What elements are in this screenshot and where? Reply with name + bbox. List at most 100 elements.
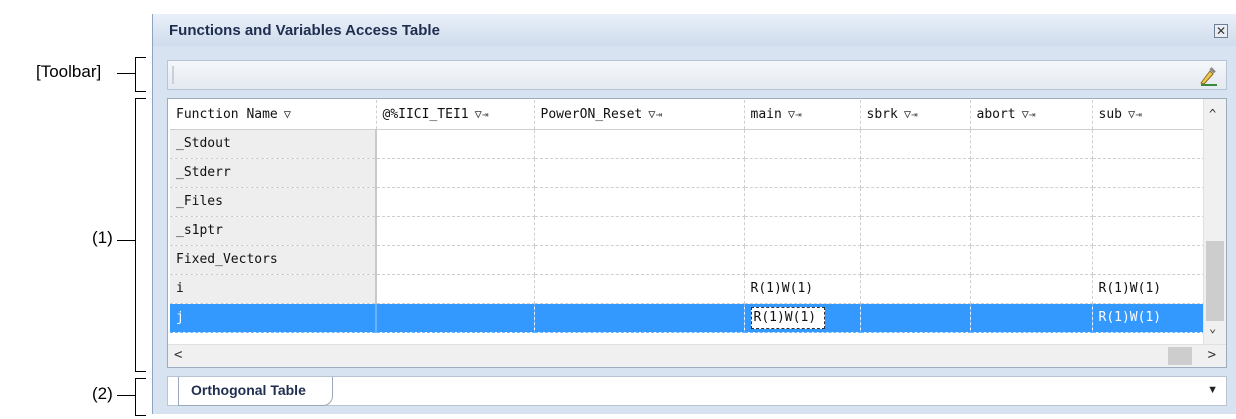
pin-icon[interactable]: ⇥ xyxy=(1135,108,1142,121)
column-header[interactable]: PowerON_Reset ▽⇥ xyxy=(534,100,745,130)
pin-icon[interactable]: ⇥ xyxy=(655,108,662,121)
table-cell[interactable] xyxy=(534,187,745,217)
toolbar-tool-icon[interactable] xyxy=(1198,65,1220,87)
toolbar-grip[interactable] xyxy=(172,66,174,84)
pin-icon[interactable]: ⇥ xyxy=(482,108,489,121)
table-cell[interactable] xyxy=(744,187,861,217)
pin-icon[interactable]: ⇥ xyxy=(911,108,918,121)
column-header-label: PowerON_Reset xyxy=(540,106,643,122)
table-cell[interactable] xyxy=(534,303,745,333)
table-cell[interactable] xyxy=(860,187,971,217)
table-cell[interactable] xyxy=(970,303,1093,333)
table-cell[interactable] xyxy=(1092,158,1205,188)
table-cell[interactable] xyxy=(376,245,535,275)
row-header[interactable]: _Stderr xyxy=(170,158,377,188)
column-header-label: Function Name xyxy=(176,106,278,122)
filter-icon[interactable]: ▽ xyxy=(284,107,291,121)
row-header[interactable]: _s1ptr xyxy=(170,216,377,246)
table-cell[interactable] xyxy=(376,274,535,304)
table-cell[interactable] xyxy=(376,216,535,246)
table-cell[interactable] xyxy=(860,158,971,188)
focused-cell-value: R(1)W(1) xyxy=(750,306,826,329)
table-cell[interactable] xyxy=(970,245,1093,275)
table-cell[interactable] xyxy=(744,158,861,188)
table-cell[interactable]: R(1)W(1) xyxy=(744,274,861,304)
scroll-down-icon[interactable]: ⌄ xyxy=(1209,321,1216,335)
scroll-up-icon[interactable]: ^ xyxy=(1209,107,1216,121)
table-cell[interactable] xyxy=(534,158,745,188)
table-cell[interactable] xyxy=(1092,187,1205,217)
table-cell[interactable]: R(1)W(1) xyxy=(744,303,861,333)
column-header-label: @%IICI_TEI1 xyxy=(382,106,469,122)
table-cell[interactable] xyxy=(860,245,971,275)
scroll-left-icon[interactable]: < xyxy=(174,347,182,363)
table-cell[interactable] xyxy=(860,129,971,159)
table-row[interactable]: i R(1)W(1) R(1)W(1) xyxy=(170,274,1205,304)
row-header[interactable]: _Stdout xyxy=(170,129,377,159)
horizontal-scrollbar[interactable]: < > xyxy=(168,344,1226,367)
close-icon[interactable]: ✕ xyxy=(1214,24,1228,38)
row-header[interactable]: i xyxy=(170,274,377,304)
table-cell[interactable] xyxy=(970,274,1093,304)
table-cell[interactable] xyxy=(860,274,971,304)
callout-tabs: (2) xyxy=(92,384,113,403)
table-cell[interactable] xyxy=(534,216,745,246)
pin-icon[interactable]: ⇥ xyxy=(795,108,802,121)
table-cell[interactable]: R(1)W(1) xyxy=(1092,274,1205,304)
table-cell[interactable] xyxy=(1092,245,1205,275)
column-header-label: abort xyxy=(976,106,1016,122)
table-cell[interactable] xyxy=(744,216,861,246)
filter-icon[interactable]: ▽ xyxy=(1022,107,1029,121)
vertical-scrollbar[interactable]: ^ ⌄ xyxy=(1203,99,1226,345)
table-cell[interactable] xyxy=(534,245,745,275)
table-cell[interactable] xyxy=(970,129,1093,159)
table-row[interactable]: Fixed_Vectors xyxy=(170,245,1205,275)
table-row[interactable]: _s1ptr xyxy=(170,216,1205,246)
filter-icon[interactable]: ▽ xyxy=(904,107,911,121)
column-header[interactable]: Function Name ▽ xyxy=(170,100,377,130)
column-header[interactable]: @%IICI_TEI1 ▽⇥ xyxy=(376,100,535,130)
access-table: Function Name ▽ @%IICI_TEI1 ▽⇥ PowerON_Reset… xyxy=(170,100,1205,333)
tab-orthogonal-table[interactable]: Orthogonal Table xyxy=(178,377,333,406)
table-row[interactable]: j R(1)W(1) R(1)W(1) xyxy=(170,303,1205,333)
filter-icon[interactable]: ▽ xyxy=(788,107,795,121)
access-table-grid[interactable]: Function Name ▽ @%IICI_TEI1 ▽⇥ PowerON_Reset… xyxy=(167,98,1227,368)
pin-icon[interactable]: ⇥ xyxy=(1029,108,1036,121)
panel-titlebar: Functions and Variables Access Table ✕ xyxy=(153,14,1236,46)
table-cell[interactable] xyxy=(744,129,861,159)
table-cell[interactable] xyxy=(376,187,535,217)
filter-icon[interactable]: ▽ xyxy=(475,107,482,121)
table-cell[interactable] xyxy=(744,245,861,275)
tab-dropdown-icon[interactable]: ▼ xyxy=(1207,384,1218,396)
table-cell[interactable] xyxy=(376,303,535,333)
table-cell[interactable] xyxy=(860,216,971,246)
vertical-scroll-thumb[interactable] xyxy=(1206,241,1224,321)
table-cell[interactable] xyxy=(376,129,535,159)
column-header[interactable]: sub ▽⇥ xyxy=(1092,100,1205,130)
table-cell[interactable] xyxy=(970,216,1093,246)
table-cell[interactable] xyxy=(534,129,745,159)
table-cell[interactable] xyxy=(1092,216,1205,246)
row-header[interactable]: Fixed_Vectors xyxy=(170,245,377,275)
horizontal-scroll-thumb[interactable] xyxy=(1168,347,1192,365)
table-cell[interactable] xyxy=(970,187,1093,217)
column-header[interactable]: main ▽⇥ xyxy=(744,100,861,130)
table-row[interactable]: _Stdout xyxy=(170,129,1205,159)
callout-toolbar: [Toolbar] xyxy=(36,62,102,81)
table-cell[interactable] xyxy=(1092,129,1205,159)
column-header-label: main xyxy=(750,106,782,122)
table-cell[interactable] xyxy=(970,158,1093,188)
table-cell[interactable] xyxy=(534,274,745,304)
column-header[interactable]: sbrk ▽⇥ xyxy=(860,100,971,130)
row-header[interactable]: _Files xyxy=(170,187,377,217)
table-cell[interactable] xyxy=(860,303,971,333)
toolbar xyxy=(167,60,1227,90)
table-row[interactable]: _Files xyxy=(170,187,1205,217)
row-header[interactable]: j xyxy=(170,303,377,333)
column-header[interactable]: abort ▽⇥ xyxy=(970,100,1093,130)
table-cell[interactable] xyxy=(376,158,535,188)
scroll-right-icon[interactable]: > xyxy=(1208,347,1216,363)
table-row[interactable]: _Stderr xyxy=(170,158,1205,188)
table-cell[interactable]: R(1)W(1) xyxy=(1092,303,1205,333)
tab-bar: Orthogonal Table ▼ xyxy=(167,376,1227,406)
